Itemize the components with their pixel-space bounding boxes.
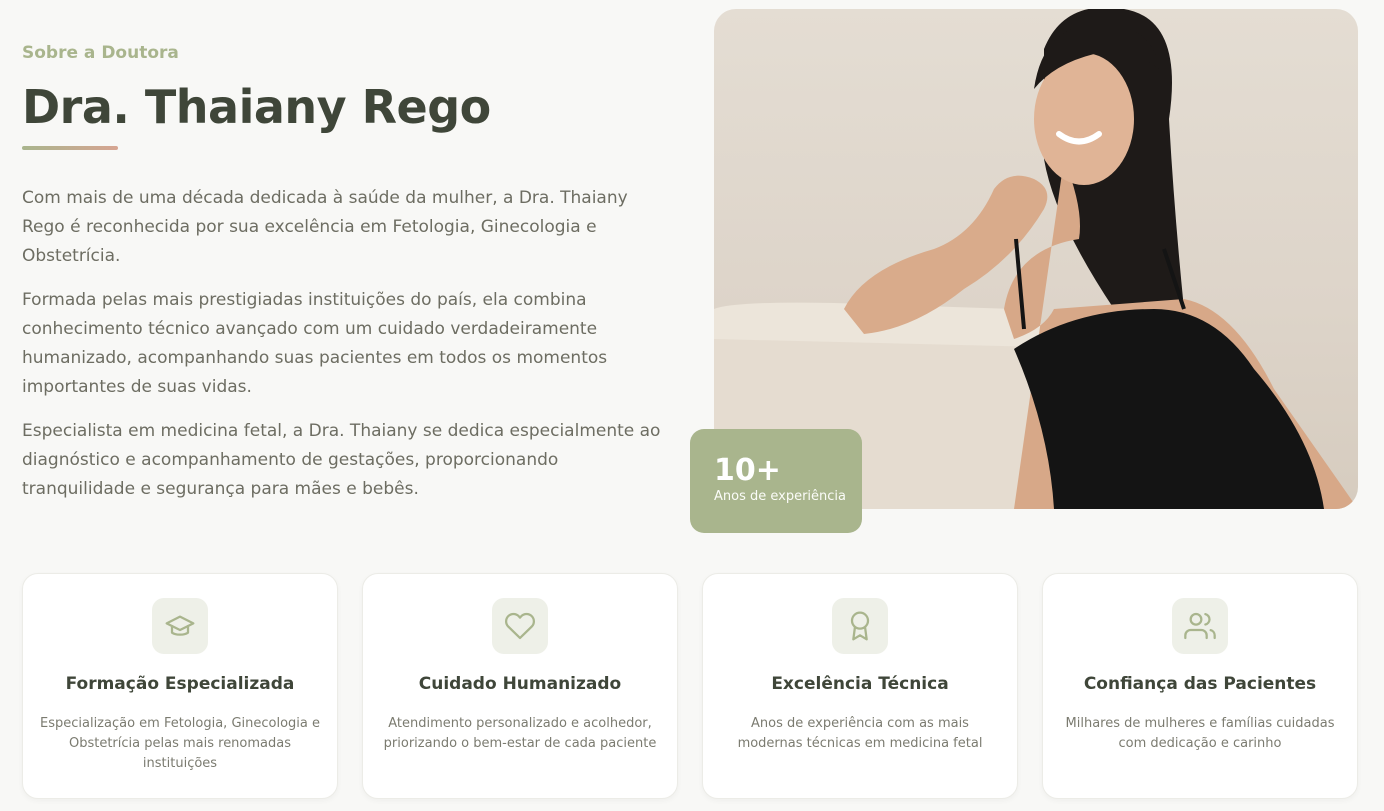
experience-label: Anos de experiência <box>714 489 847 504</box>
bio-paragraph: Especialista em medicina fetal, a Dra. T… <box>22 421 661 499</box>
feature-card-cuidado: Cuidado Humanizado Atendimento personali… <box>362 573 678 799</box>
award-icon <box>832 598 888 654</box>
bio-text: Com mais de uma década dedicada à saúde … <box>22 184 672 519</box>
feature-card-excelencia: Excelência Técnica Anos de experiência c… <box>702 573 1018 799</box>
experience-number: 10+ <box>714 453 781 488</box>
feature-description: Anos de experiência com as mais modernas… <box>737 716 983 751</box>
feature-title: Excelência Técnica <box>771 674 949 694</box>
about-section: Sobre a Doutora Dra. Thaiany Rego Com ma… <box>0 0 1384 811</box>
feature-description: Milhares de mulheres e famílias cuidadas… <box>1065 716 1335 751</box>
feature-description: Especialização em Fetologia, Ginecologia… <box>40 716 320 771</box>
section-eyebrow: Sobre a Doutora <box>22 43 179 63</box>
feature-description: Atendimento personalizado e acolhedor, p… <box>383 716 657 751</box>
feature-title: Cuidado Humanizado <box>418 674 622 694</box>
feature-title: Confiança das Pacientes <box>1083 674 1317 694</box>
experience-badge: 10+ Anos de experiência <box>690 429 862 533</box>
feature-card-confianca: Confiança das Pacientes Milhares de mulh… <box>1042 573 1358 799</box>
bio-paragraph: Com mais de uma década dedicada à saúde … <box>22 188 628 266</box>
feature-card-formacao: Formação Especializada Especialização em… <box>22 573 338 799</box>
graduation-cap-icon <box>152 598 208 654</box>
feature-cards: Formação Especializada Especialização em… <box>22 573 1358 799</box>
bio-paragraph: Formada pelas mais prestigiadas institui… <box>22 290 608 397</box>
page-title: Dra. Thaiany Rego <box>22 80 491 134</box>
heart-icon <box>492 598 548 654</box>
title-underline <box>22 146 118 150</box>
feature-title: Formação Especializada <box>65 674 295 694</box>
users-icon <box>1172 598 1228 654</box>
